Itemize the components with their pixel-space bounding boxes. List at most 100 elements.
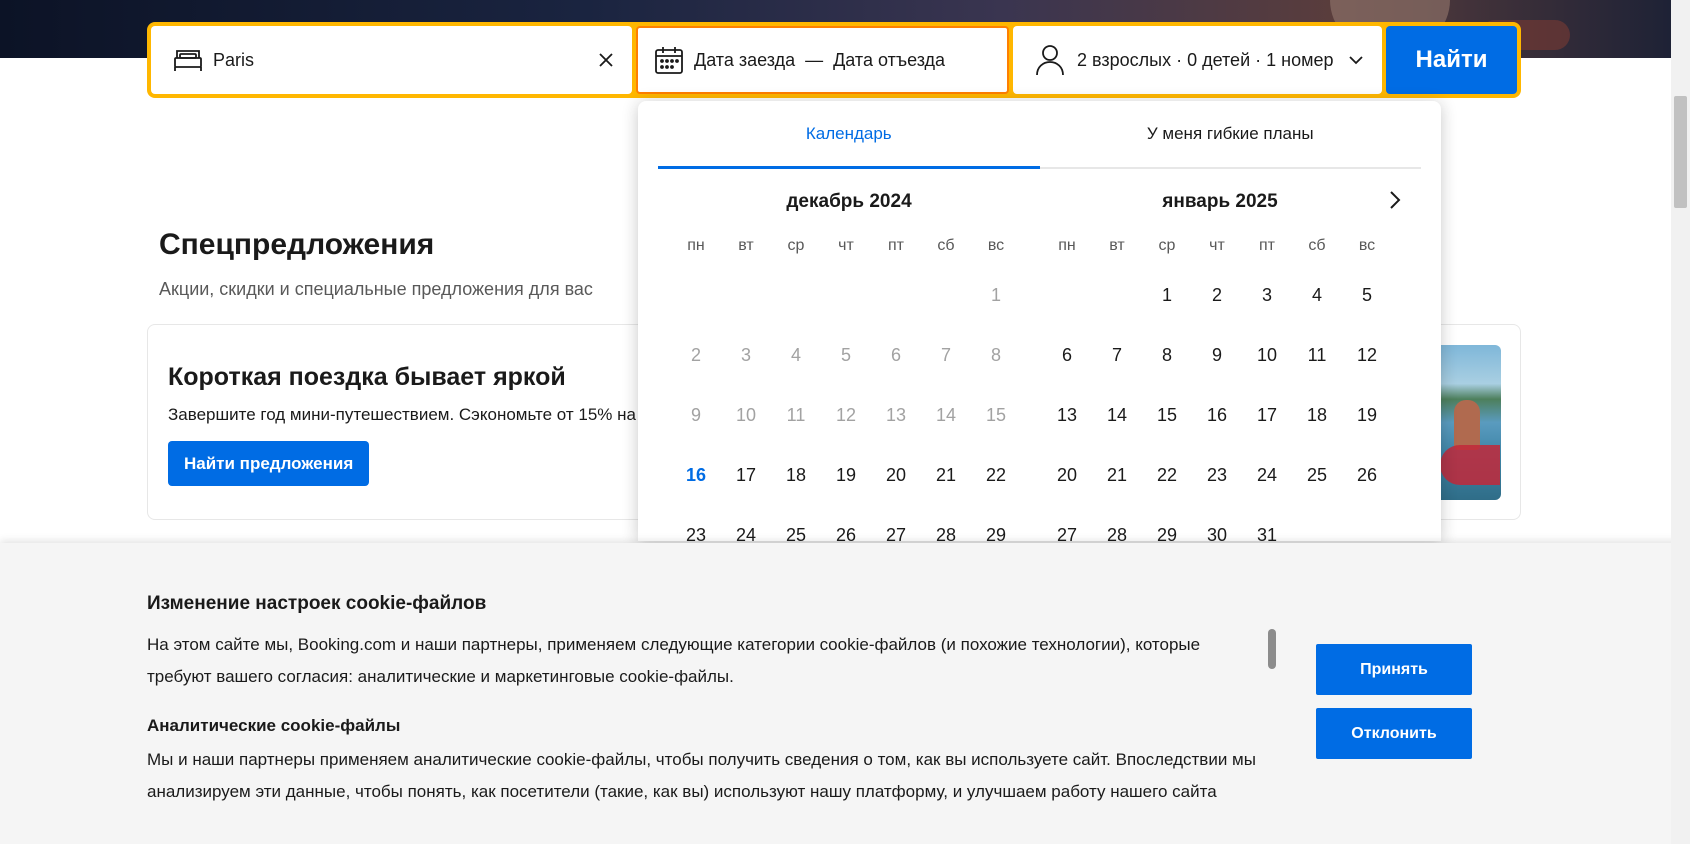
day-cell[interactable]: 30 bbox=[1192, 505, 1242, 542]
close-icon[interactable] bbox=[598, 52, 614, 68]
day-cell[interactable]: 17 bbox=[1242, 385, 1292, 445]
day-cell: 8 bbox=[990, 344, 1001, 365]
day-cell[interactable]: 29 bbox=[971, 505, 1021, 542]
cookie-paragraph-analytics: Мы и наши партнеры применяем аналитическ… bbox=[147, 750, 1256, 801]
day-cell[interactable]: 21 bbox=[921, 445, 971, 505]
day-cell[interactable]: 5 bbox=[1342, 265, 1392, 325]
cookie-banner: Изменение настроек cookie-файлов На этом… bbox=[0, 543, 1690, 844]
checkout-label[interactable]: Дата отъезда bbox=[833, 50, 945, 71]
day-cell[interactable]: 13 bbox=[1042, 385, 1092, 445]
day-cell: 6 bbox=[890, 344, 901, 365]
weekday-label: вт bbox=[1109, 237, 1125, 254]
day-cell[interactable]: 2 bbox=[1192, 265, 1242, 325]
day-cell[interactable]: 19 bbox=[1342, 385, 1392, 445]
day-cell[interactable]: 27 bbox=[871, 505, 921, 542]
day-cell[interactable]: 14 bbox=[1092, 385, 1142, 445]
day-cell[interactable]: 25 bbox=[771, 505, 821, 542]
dates-field[interactable]: Дата заезда — Дата отъезда bbox=[636, 26, 1009, 94]
chevron-right-icon[interactable] bbox=[1380, 185, 1410, 215]
day-cell[interactable]: 1 bbox=[1142, 265, 1192, 325]
accept-button[interactable]: Принять bbox=[1316, 644, 1472, 695]
day-cell[interactable]: 17 bbox=[721, 445, 771, 505]
weekday-label: чт bbox=[838, 237, 854, 254]
day-cell[interactable]: 23 bbox=[1192, 445, 1242, 505]
day-cell[interactable]: 16 bbox=[671, 445, 721, 505]
weekday-label: сб bbox=[1308, 237, 1326, 254]
day-cell[interactable]: 22 bbox=[1142, 445, 1192, 505]
guests-field[interactable]: 2 взрослых · 0 детей · 1 номер bbox=[1013, 26, 1382, 94]
day-cell: 2 bbox=[690, 344, 701, 365]
days-grid: 1 2 3 4 5 6 7 8 9 10 11 12 13 14 15 16 17 18 19 20 21 22 23 24 2… bbox=[671, 265, 1027, 542]
offers-title: Спецпредложения bbox=[159, 228, 435, 261]
day-cell[interactable]: 28 bbox=[921, 505, 971, 542]
day-cell[interactable]: 12 bbox=[1342, 325, 1392, 385]
empty-cell bbox=[1092, 265, 1142, 325]
weekday-label: вт bbox=[738, 237, 754, 254]
date-separator: — bbox=[805, 49, 824, 70]
page-scrollbar[interactable] bbox=[1671, 0, 1690, 844]
empty-cell bbox=[771, 265, 821, 325]
day-cell: 12 bbox=[835, 404, 857, 425]
day-cell[interactable]: 6 bbox=[1042, 325, 1092, 385]
day-cell[interactable]: 31 bbox=[1242, 505, 1292, 542]
day-cell: 15 bbox=[985, 404, 1007, 425]
destination-field[interactable]: Paris bbox=[151, 26, 632, 94]
day-cell[interactable]: 10 bbox=[1242, 325, 1292, 385]
offers-subtitle: Акции, скидки и специальные предложения … bbox=[159, 279, 593, 299]
person-icon bbox=[1035, 44, 1065, 76]
days-grid: 1 2 3 4 5 6 7 8 9 10 11 12 13 14 15 16 17 18 19 20 21 22 23 24 2… bbox=[1042, 265, 1398, 542]
offer-title: Короткая поездка бывает яркой bbox=[168, 363, 566, 391]
tab-calendar[interactable]: Календарь bbox=[658, 101, 1040, 169]
day-cell[interactable]: 18 bbox=[1292, 385, 1342, 445]
search-bar: Paris Дата заезда — Дата отъезда 2 взрос… bbox=[147, 22, 1521, 98]
reject-button[interactable]: Отклонить bbox=[1316, 708, 1472, 759]
calendar-icon bbox=[654, 45, 684, 75]
day-cell[interactable]: 21 bbox=[1092, 445, 1142, 505]
day-cell[interactable]: 28 bbox=[1092, 505, 1142, 542]
day-cell[interactable]: 20 bbox=[871, 445, 921, 505]
tab-flexible[interactable]: У меня гибкие планы bbox=[1040, 101, 1422, 167]
day-cell[interactable]: 7 bbox=[1092, 325, 1142, 385]
day-cell[interactable]: 22 bbox=[971, 445, 1021, 505]
day-cell: 14 bbox=[935, 404, 957, 425]
day-cell[interactable]: 3 bbox=[1242, 265, 1292, 325]
day-cell[interactable]: 25 bbox=[1292, 445, 1342, 505]
day-cell[interactable]: 24 bbox=[1242, 445, 1292, 505]
destination-input[interactable]: Paris bbox=[213, 50, 598, 71]
weekday-label: вс bbox=[1358, 237, 1376, 254]
day-cell[interactable]: 11 bbox=[1292, 325, 1342, 385]
weekday-label: ср bbox=[787, 237, 805, 254]
day-cell[interactable]: 19 bbox=[821, 445, 871, 505]
day-cell: 13 bbox=[885, 404, 907, 425]
find-offers-button[interactable]: Найти предложения bbox=[168, 441, 370, 486]
bed-icon bbox=[173, 48, 203, 72]
day-cell[interactable]: 15 bbox=[1142, 385, 1192, 445]
day-cell[interactable]: 26 bbox=[821, 505, 871, 542]
scrollbar-thumb[interactable] bbox=[1674, 96, 1687, 208]
day-cell[interactable]: 4 bbox=[1292, 265, 1342, 325]
day-cell: 9 bbox=[690, 404, 701, 425]
day-cell[interactable]: 27 bbox=[1042, 505, 1092, 542]
weekday-label: ср bbox=[1158, 237, 1176, 254]
day-cell[interactable]: 23 bbox=[671, 505, 721, 542]
empty-cell bbox=[721, 265, 771, 325]
weekday-row: пн вт ср чт пт сб вс bbox=[1042, 231, 1398, 261]
search-button[interactable]: Найти bbox=[1386, 26, 1517, 94]
empty-cell bbox=[921, 265, 971, 325]
weekday-label: сб bbox=[937, 237, 955, 254]
weekday-row: пн вт ср чт пт сб вс bbox=[671, 231, 1027, 261]
day-cell[interactable]: 8 bbox=[1142, 325, 1192, 385]
day-cell[interactable]: 9 bbox=[1192, 325, 1242, 385]
cookie-scrollbar[interactable] bbox=[1268, 629, 1276, 669]
day-cell[interactable]: 26 bbox=[1342, 445, 1392, 505]
day-cell[interactable]: 18 bbox=[771, 445, 821, 505]
day-cell[interactable]: 16 bbox=[1192, 385, 1242, 445]
weekday-label: пт bbox=[1259, 237, 1275, 254]
day-cell[interactable]: 24 bbox=[721, 505, 771, 542]
day-cell[interactable]: 20 bbox=[1042, 445, 1092, 505]
day-cell: 10 bbox=[735, 404, 757, 425]
checkin-label[interactable]: Дата заезда bbox=[694, 50, 795, 71]
offer-description: Завершите год мини-путешествием. Сэконом… bbox=[168, 405, 636, 424]
day-cell[interactable]: 29 bbox=[1142, 505, 1192, 542]
page: Paris Дата заезда — Дата отъезда 2 взрос… bbox=[0, 0, 1690, 844]
